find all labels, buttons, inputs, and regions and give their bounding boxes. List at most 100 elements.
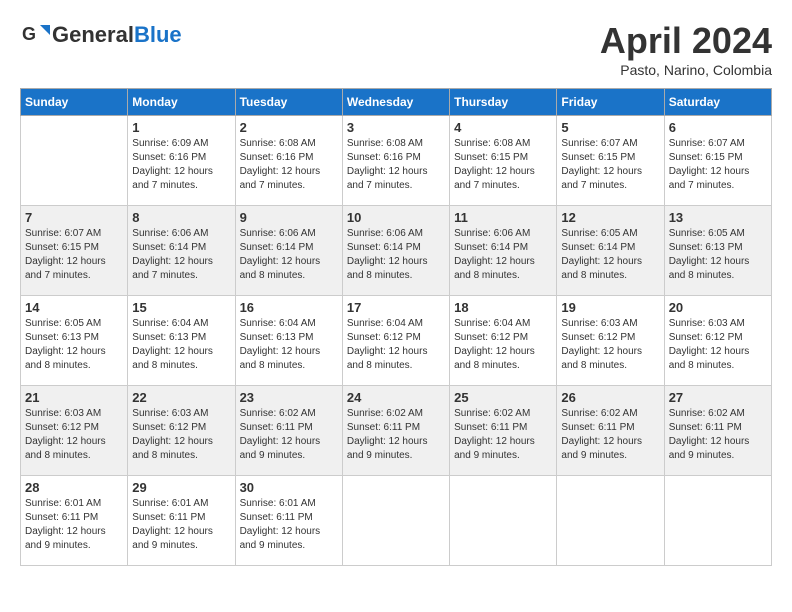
day-info: Sunrise: 6:07 AM Sunset: 6:15 PM Dayligh… [669,137,767,193]
calendar-cell [450,476,557,566]
calendar-table: SundayMondayTuesdayWednesdayThursdayFrid… [20,88,772,566]
calendar-week-row: 1Sunrise: 6:09 AM Sunset: 6:16 PM Daylig… [21,116,772,206]
weekday-header-wednesday: Wednesday [342,89,449,116]
day-number: 2 [240,120,338,135]
calendar-cell: 28 Sunrise: 6:01 AM Sunset: 6:11 PM Dayli… [21,476,128,566]
day-number: 22 [132,390,230,405]
svg-text:G: G [22,24,36,44]
calendar-cell: 27 Sunrise: 6:02 AM Sunset: 6:11 PM Dayli… [664,386,771,476]
calendar-cell: 9 Sunrise: 6:06 AM Sunset: 6:14 PM Daylig… [235,206,342,296]
day-number: 27 [669,390,767,405]
day-number: 29 [132,480,230,495]
calendar-cell [342,476,449,566]
calendar-cell: 6Sunrise: 6:07 AM Sunset: 6:15 PM Daylig… [664,116,771,206]
day-number: 23 [240,390,338,405]
weekday-header-sunday: Sunday [21,89,128,116]
calendar-cell: 1Sunrise: 6:09 AM Sunset: 6:16 PM Daylig… [128,116,235,206]
day-info: Sunrise: 6:08 AM Sunset: 6:16 PM Dayligh… [240,137,338,193]
location-title: Pasto, Narino, Colombia [600,62,772,78]
logo: G GeneralBlue [20,20,182,50]
day-info: Sunrise: 6:08 AM Sunset: 6:15 PM Dayligh… [454,137,552,193]
calendar-cell [557,476,664,566]
logo-blue-text: Blue [134,22,182,47]
calendar-cell [664,476,771,566]
day-info: Sunrise: 6:03 AM Sunset: 6:12 PM Dayligh… [669,317,767,373]
calendar-cell: 5Sunrise: 6:07 AM Sunset: 6:15 PM Daylig… [557,116,664,206]
day-number: 20 [669,300,767,315]
weekday-header-saturday: Saturday [664,89,771,116]
calendar-cell: 17 Sunrise: 6:04 AM Sunset: 6:12 PM Dayli… [342,296,449,386]
weekday-header-friday: Friday [557,89,664,116]
day-number: 14 [25,300,123,315]
calendar-cell: 30Sunrise: 6:01 AM Sunset: 6:11 PM Dayli… [235,476,342,566]
calendar-cell: 25 Sunrise: 6:02 AM Sunset: 6:11 PM Dayli… [450,386,557,476]
calendar-cell: 2 Sunrise: 6:08 AM Sunset: 6:16 PM Daylig… [235,116,342,206]
calendar-cell: 13Sunrise: 6:05 AM Sunset: 6:13 PM Dayli… [664,206,771,296]
logo-general-text: General [52,22,134,47]
day-number: 9 [240,210,338,225]
day-info: Sunrise: 6:03 AM Sunset: 6:12 PM Dayligh… [25,407,123,463]
calendar-cell: 12 Sunrise: 6:05 AM Sunset: 6:14 PM Dayli… [557,206,664,296]
day-info: Sunrise: 6:04 AM Sunset: 6:12 PM Dayligh… [454,317,552,373]
day-number: 17 [347,300,445,315]
day-number: 15 [132,300,230,315]
title-section: April 2024 Pasto, Narino, Colombia [600,20,772,78]
day-number: 16 [240,300,338,315]
day-info: Sunrise: 6:05 AM Sunset: 6:13 PM Dayligh… [25,317,123,373]
day-info: Sunrise: 6:04 AM Sunset: 6:12 PM Dayligh… [347,317,445,373]
weekday-header-row: SundayMondayTuesdayWednesdayThursdayFrid… [21,89,772,116]
calendar-week-row: 14 Sunrise: 6:05 AM Sunset: 6:13 PM Dayli… [21,296,772,386]
day-info: Sunrise: 6:03 AM Sunset: 6:12 PM Dayligh… [561,317,659,373]
day-info: Sunrise: 6:06 AM Sunset: 6:14 PM Dayligh… [240,227,338,283]
day-info: Sunrise: 6:08 AM Sunset: 6:16 PM Dayligh… [347,137,445,193]
day-info: Sunrise: 6:01 AM Sunset: 6:11 PM Dayligh… [132,497,230,553]
day-number: 7 [25,210,123,225]
logo-icon: G [20,20,50,50]
day-info: Sunrise: 6:01 AM Sunset: 6:11 PM Dayligh… [240,497,338,553]
day-number: 28 [25,480,123,495]
day-info: Sunrise: 6:01 AM Sunset: 6:11 PM Dayligh… [25,497,123,553]
day-number: 21 [25,390,123,405]
day-info: Sunrise: 6:06 AM Sunset: 6:14 PM Dayligh… [347,227,445,283]
day-info: Sunrise: 6:05 AM Sunset: 6:14 PM Dayligh… [561,227,659,283]
day-number: 26 [561,390,659,405]
calendar-cell: 24 Sunrise: 6:02 AM Sunset: 6:11 PM Dayli… [342,386,449,476]
day-info: Sunrise: 6:09 AM Sunset: 6:16 PM Dayligh… [132,137,230,193]
day-info: Sunrise: 6:02 AM Sunset: 6:11 PM Dayligh… [347,407,445,463]
day-number: 3 [347,120,445,135]
day-info: Sunrise: 6:02 AM Sunset: 6:11 PM Dayligh… [240,407,338,463]
day-info: Sunrise: 6:06 AM Sunset: 6:14 PM Dayligh… [132,227,230,283]
calendar-cell: 18 Sunrise: 6:04 AM Sunset: 6:12 PM Dayli… [450,296,557,386]
day-info: Sunrise: 6:04 AM Sunset: 6:13 PM Dayligh… [240,317,338,373]
calendar-week-row: 28 Sunrise: 6:01 AM Sunset: 6:11 PM Dayli… [21,476,772,566]
calendar-cell [21,116,128,206]
day-number: 10 [347,210,445,225]
month-year-title: April 2024 [600,20,772,62]
day-number: 19 [561,300,659,315]
day-number: 13 [669,210,767,225]
day-number: 18 [454,300,552,315]
calendar-cell: 4Sunrise: 6:08 AM Sunset: 6:15 PM Daylig… [450,116,557,206]
calendar-cell: 8 Sunrise: 6:06 AM Sunset: 6:14 PM Daylig… [128,206,235,296]
calendar-cell: 26 Sunrise: 6:02 AM Sunset: 6:11 PM Dayli… [557,386,664,476]
day-number: 25 [454,390,552,405]
calendar-cell: 21 Sunrise: 6:03 AM Sunset: 6:12 PM Dayli… [21,386,128,476]
day-info: Sunrise: 6:06 AM Sunset: 6:14 PM Dayligh… [454,227,552,283]
day-number: 8 [132,210,230,225]
day-number: 12 [561,210,659,225]
day-number: 24 [347,390,445,405]
day-info: Sunrise: 6:07 AM Sunset: 6:15 PM Dayligh… [561,137,659,193]
calendar-cell: 7 Sunrise: 6:07 AM Sunset: 6:15 PM Daylig… [21,206,128,296]
calendar-cell: 14 Sunrise: 6:05 AM Sunset: 6:13 PM Dayli… [21,296,128,386]
calendar-cell: 20 Sunrise: 6:03 AM Sunset: 6:12 PM Dayli… [664,296,771,386]
day-info: Sunrise: 6:07 AM Sunset: 6:15 PM Dayligh… [25,227,123,283]
calendar-cell: 19 Sunrise: 6:03 AM Sunset: 6:12 PM Dayli… [557,296,664,386]
day-info: Sunrise: 6:02 AM Sunset: 6:11 PM Dayligh… [454,407,552,463]
day-info: Sunrise: 6:03 AM Sunset: 6:12 PM Dayligh… [132,407,230,463]
day-info: Sunrise: 6:02 AM Sunset: 6:11 PM Dayligh… [669,407,767,463]
calendar-cell: 23 Sunrise: 6:02 AM Sunset: 6:11 PM Dayli… [235,386,342,476]
weekday-header-monday: Monday [128,89,235,116]
calendar-cell: 10 Sunrise: 6:06 AM Sunset: 6:14 PM Dayli… [342,206,449,296]
calendar-cell: 22 Sunrise: 6:03 AM Sunset: 6:12 PM Dayli… [128,386,235,476]
day-info: Sunrise: 6:02 AM Sunset: 6:11 PM Dayligh… [561,407,659,463]
